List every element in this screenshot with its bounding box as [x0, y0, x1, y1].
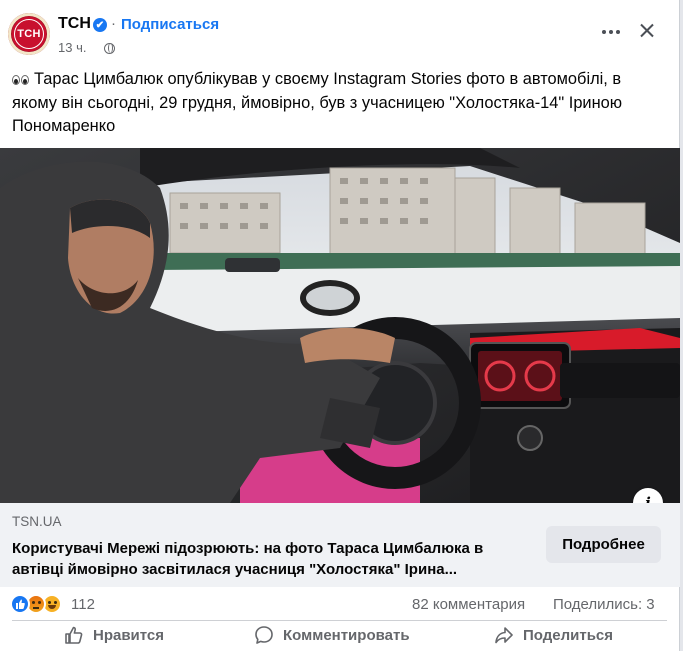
verified-badge-icon: ✔	[93, 18, 107, 32]
car-selfie-photo	[0, 148, 680, 503]
like-icon	[10, 594, 30, 614]
link-title[interactable]: Користувачі Мережі підозрюють: на фото Т…	[12, 538, 522, 580]
separator-dot: ·	[111, 15, 116, 32]
read-more-button[interactable]: Подробнее	[546, 526, 661, 563]
more-horizontal-icon	[602, 30, 606, 34]
post-body-text: Тарас Цимбалюк опублікував у своєму Inst…	[12, 70, 623, 135]
share-arrow-icon	[495, 627, 513, 644]
link-domain: TSN.UA	[12, 514, 62, 529]
thumbs-up-glyph	[16, 599, 25, 609]
reactions-count[interactable]: 112	[71, 596, 95, 613]
eye-left	[12, 75, 20, 85]
engagement-stats: 112 82 комментария Поделились: 3	[0, 590, 680, 618]
like-label: Нравится	[93, 626, 165, 644]
globe-icon	[104, 43, 115, 54]
share-button[interactable]: Поделиться	[494, 621, 613, 649]
page-name-link[interactable]: ТСН	[58, 15, 91, 33]
more-dot	[616, 30, 620, 34]
reactions-summary[interactable]	[10, 594, 70, 614]
share-label: Поделиться	[523, 626, 614, 644]
more-dot	[609, 30, 613, 34]
eyes-emoji-icon	[12, 68, 30, 92]
post-text: Тарас Цимбалюк опублікував у своєму Inst…	[12, 68, 667, 139]
more-options-button[interactable]	[597, 20, 625, 44]
post-photo[interactable]	[0, 148, 680, 503]
eye-right	[21, 75, 29, 85]
link-preview[interactable]: TSN.UA Користувачі Мережі підозрюють: на…	[0, 503, 680, 587]
subscribe-link[interactable]: Подписаться	[121, 16, 219, 33]
comments-count[interactable]: 82 комментария	[412, 596, 525, 613]
thumbs-up-icon	[65, 626, 83, 644]
avatar-logo-text: ТСН	[14, 19, 44, 49]
close-icon[interactable]	[634, 15, 660, 45]
post-header: ТСН ТСН ✔ · Подписаться 13 ч.	[0, 0, 679, 66]
page-avatar[interactable]: ТСН	[8, 13, 50, 55]
post-actions-bar: Нравится Комментировать Поделиться	[0, 621, 680, 651]
shares-count[interactable]: Поделились: 3	[553, 596, 655, 613]
comment-button[interactable]: Комментировать	[254, 621, 410, 649]
post-timestamp[interactable]: 13 ч.	[58, 40, 86, 55]
comment-bubble-icon	[255, 626, 273, 644]
like-button[interactable]: Нравится	[64, 621, 164, 649]
facebook-post-card: ТСН ТСН ✔ · Подписаться 13 ч. Тарас Цимб…	[0, 0, 680, 651]
comment-label: Комментировать	[283, 626, 410, 644]
